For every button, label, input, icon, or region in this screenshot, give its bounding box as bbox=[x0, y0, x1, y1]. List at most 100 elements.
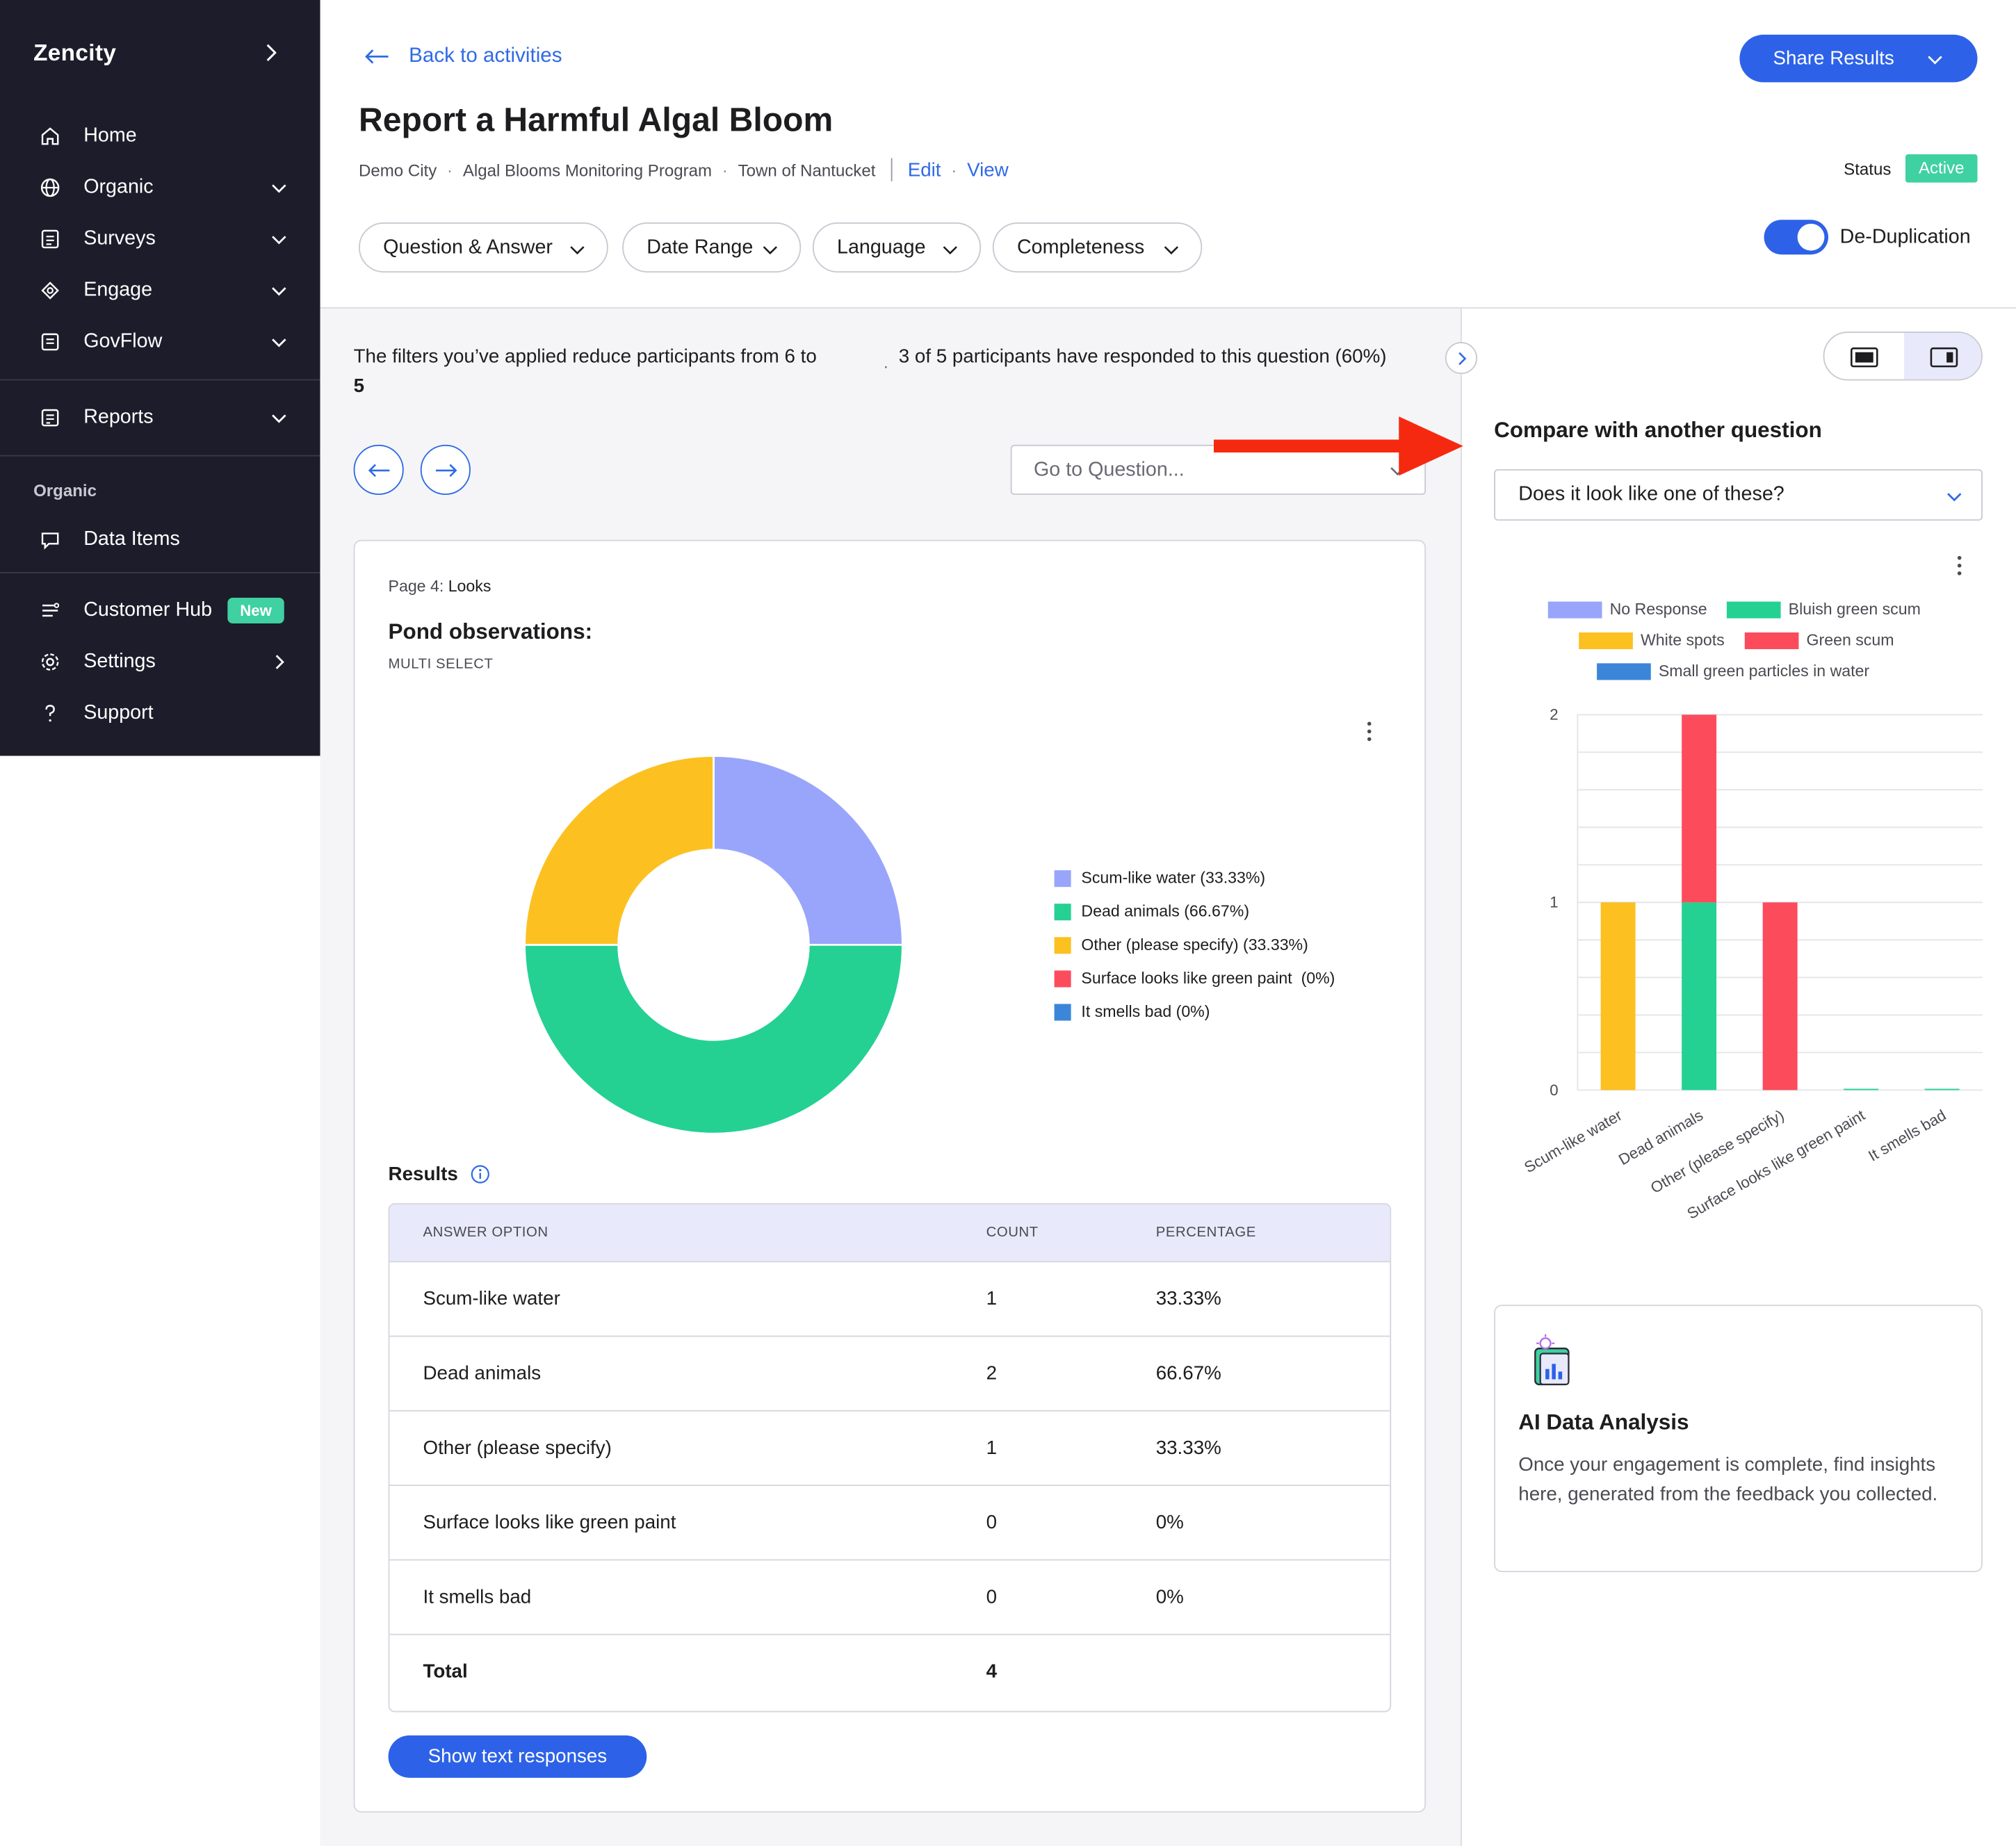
sidebar-divider bbox=[0, 572, 320, 573]
go-to-question-placeholder: Go to Question... bbox=[1033, 459, 1185, 481]
previous-question-button[interactable] bbox=[353, 444, 404, 496]
engage-icon bbox=[41, 281, 59, 300]
answer-option: It smells bad bbox=[423, 1586, 532, 1608]
filter-completeness[interactable]: Completeness bbox=[992, 222, 1203, 273]
split-layout-icon bbox=[1930, 347, 1958, 368]
more-options-icon[interactable] bbox=[1953, 554, 1965, 577]
compare-question-select[interactable]: Does it look like one of these? bbox=[1494, 469, 1983, 521]
table-row: Scum-like water 1 33.33% bbox=[389, 1262, 1390, 1337]
donut-slice[interactable] bbox=[523, 755, 715, 946]
pie-legend-item: Scum-like water (33.33%) bbox=[1054, 869, 1265, 887]
deduplication-toggle[interactable] bbox=[1764, 220, 1828, 255]
bar-segment[interactable] bbox=[1844, 1088, 1879, 1091]
pie-legend-item: Other (please specify) (33.33%) bbox=[1054, 936, 1308, 954]
sidebar-item-reports[interactable]: Reports bbox=[0, 395, 320, 441]
sidebar-item-customer-hub[interactable]: Customer Hub New bbox=[0, 587, 320, 634]
bar-legend-item: No Response bbox=[1547, 601, 1707, 619]
filter-question-answer[interactable]: Question & Answer bbox=[359, 222, 608, 273]
chevron-down-icon bbox=[272, 236, 286, 245]
annotation-arrow-icon bbox=[1213, 416, 1463, 476]
sidebar-item-home[interactable]: Home bbox=[0, 113, 320, 160]
globe-icon bbox=[40, 178, 60, 197]
sidebar-item-label: Data Items bbox=[83, 528, 180, 550]
answer-percentage: 0% bbox=[1155, 1586, 1184, 1608]
arrow-right-icon bbox=[435, 463, 457, 477]
chevron-down-icon bbox=[272, 338, 286, 348]
answer-option: Surface looks like green paint bbox=[423, 1512, 676, 1534]
response-summary: 3 of 5 participants have responded to th… bbox=[898, 345, 1387, 368]
bar-legend-label: Bluish green scum bbox=[1788, 600, 1921, 619]
pie-legend-item: Surface looks like green paint (0%) bbox=[1054, 969, 1335, 988]
full-layout-icon bbox=[1850, 347, 1878, 368]
donut-slice[interactable] bbox=[713, 755, 904, 946]
sidebar-item-govflow[interactable]: GovFlow bbox=[0, 319, 320, 366]
view-link[interactable]: View bbox=[967, 158, 1009, 180]
page-name: Looks bbox=[448, 577, 491, 596]
answer-count: 1 bbox=[986, 1288, 997, 1310]
pie-legend-item: Dead animals (66.67%) bbox=[1054, 902, 1250, 921]
share-results-button[interactable]: Share Results bbox=[1739, 34, 1978, 83]
column-header: COUNT bbox=[986, 1225, 1039, 1241]
ai-analysis-title: AI Data Analysis bbox=[1518, 1410, 1689, 1435]
table-row: Dead animals 2 66.67% bbox=[389, 1337, 1390, 1412]
sidebar-item-engage[interactable]: Engage bbox=[0, 268, 320, 314]
bar-segment[interactable] bbox=[1682, 902, 1717, 1091]
home-icon bbox=[41, 127, 59, 145]
hub-icon bbox=[42, 603, 60, 617]
compare-selected-value: Does it look like one of these? bbox=[1518, 483, 1785, 505]
sidebar-item-settings[interactable]: Settings bbox=[0, 639, 320, 685]
brand-logo[interactable]: Zencity bbox=[33, 40, 116, 67]
answer-count: 1 bbox=[986, 1437, 997, 1460]
status-label: Status bbox=[1844, 159, 1892, 179]
edit-link[interactable]: Edit bbox=[908, 158, 941, 180]
answer-option: Dead animals bbox=[423, 1362, 542, 1384]
chevron-right-icon bbox=[1458, 351, 1466, 365]
deduplication-label: De-Duplication bbox=[1839, 226, 1971, 248]
bar-segment[interactable] bbox=[1600, 902, 1636, 1091]
chevron-down-icon bbox=[272, 414, 286, 423]
bar-legend-item: White spots bbox=[1579, 631, 1725, 649]
donut-slice[interactable] bbox=[523, 943, 904, 1135]
page-title: Report a Harmful Algal Bloom bbox=[359, 100, 834, 139]
sidebar-item-data-items[interactable]: Data Items bbox=[0, 516, 320, 563]
more-options-icon[interactable] bbox=[1363, 720, 1375, 743]
full-width-view-button[interactable] bbox=[1824, 333, 1904, 379]
chevron-right-icon bbox=[275, 655, 284, 669]
chevron-down-icon bbox=[272, 184, 286, 193]
question-title: Pond observations: bbox=[388, 619, 593, 644]
pie-legend-label: Dead animals (66.67%) bbox=[1081, 902, 1250, 921]
answer-option: Other (please specify) bbox=[423, 1437, 612, 1460]
sidebar: Zencity Home Organic Surveys Engage GovF… bbox=[0, 0, 320, 756]
breadcrumb: Demo City · Algal Blooms Monitoring Prog… bbox=[359, 158, 1009, 181]
filter-label: Language bbox=[837, 236, 926, 258]
sidebar-item-surveys[interactable]: Surveys bbox=[0, 216, 320, 263]
answer-percentage: 33.33% bbox=[1155, 1288, 1221, 1310]
sidebar-item-organic[interactable]: Organic bbox=[0, 165, 320, 211]
filter-date-range[interactable]: Date Range bbox=[622, 222, 802, 273]
chevron-right-icon[interactable] bbox=[261, 42, 282, 63]
total-count: 4 bbox=[986, 1660, 997, 1683]
bar-legend-item: Bluish green scum bbox=[1726, 600, 1921, 619]
split-view-button[interactable] bbox=[1904, 333, 1982, 379]
share-results-label: Share Results bbox=[1773, 47, 1894, 70]
ai-analysis-body: Once your engagement is complete, find i… bbox=[1518, 1453, 1938, 1505]
next-question-button[interactable] bbox=[420, 444, 471, 496]
bar-segment[interactable] bbox=[1762, 902, 1798, 1091]
pie-legend-item: It smells bad (0%) bbox=[1054, 1003, 1210, 1021]
pie-legend-label: Other (please specify) (33.33%) bbox=[1081, 936, 1308, 954]
back-to-activities-link[interactable]: Back to activities bbox=[364, 45, 562, 68]
info-icon[interactable] bbox=[471, 1165, 490, 1184]
show-text-responses-button[interactable]: Show text responses bbox=[388, 1735, 647, 1778]
filter-language[interactable]: Language bbox=[812, 222, 982, 273]
chevron-down-icon bbox=[943, 246, 957, 255]
pie-legend-label: Surface looks like green paint (0%) bbox=[1081, 969, 1335, 988]
collapse-panel-button[interactable] bbox=[1445, 341, 1478, 375]
bar-segment[interactable] bbox=[1682, 714, 1717, 903]
column-header: PERCENTAGE bbox=[1155, 1225, 1256, 1241]
sidebar-item-label: Settings bbox=[83, 650, 156, 673]
breadcrumb-item: Demo City bbox=[359, 160, 437, 180]
sidebar-item-support[interactable]: Support bbox=[0, 690, 320, 737]
status-badge: Active bbox=[1905, 154, 1978, 183]
bar-legend-item: Small green particles in water bbox=[1597, 662, 1869, 680]
bar-segment[interactable] bbox=[1924, 1088, 1960, 1091]
